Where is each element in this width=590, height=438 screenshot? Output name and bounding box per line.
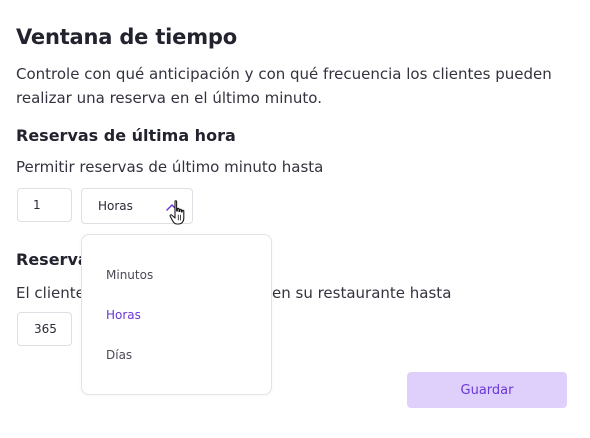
page-description: Controle con qué anticipación y con qué … [16,65,552,107]
advance-text-right: en su restaurante hasta [272,284,452,302]
unit-dropdown-menu: Minutos Horas Días [81,234,272,395]
advance-quantity-input[interactable]: 365 [17,312,72,346]
last-minute-quantity-input[interactable]: 1 [17,188,72,222]
page-title: Ventana de tiempo [16,25,237,49]
advance-heading: Reserva [16,250,89,269]
last-minute-text: Permitir reservas de último minuto hasta [16,158,324,176]
dropdown-option-minutes[interactable]: Minutos [106,268,153,282]
dropdown-option-hours[interactable]: Horas [106,308,141,322]
last-minute-heading: Reservas de última hora [16,126,236,145]
advance-text-left: El cliente [16,284,85,302]
hand-pointer-cursor-icon [169,200,185,225]
dropdown-option-days[interactable]: Días [106,348,132,362]
save-button[interactable]: Guardar [407,372,567,408]
